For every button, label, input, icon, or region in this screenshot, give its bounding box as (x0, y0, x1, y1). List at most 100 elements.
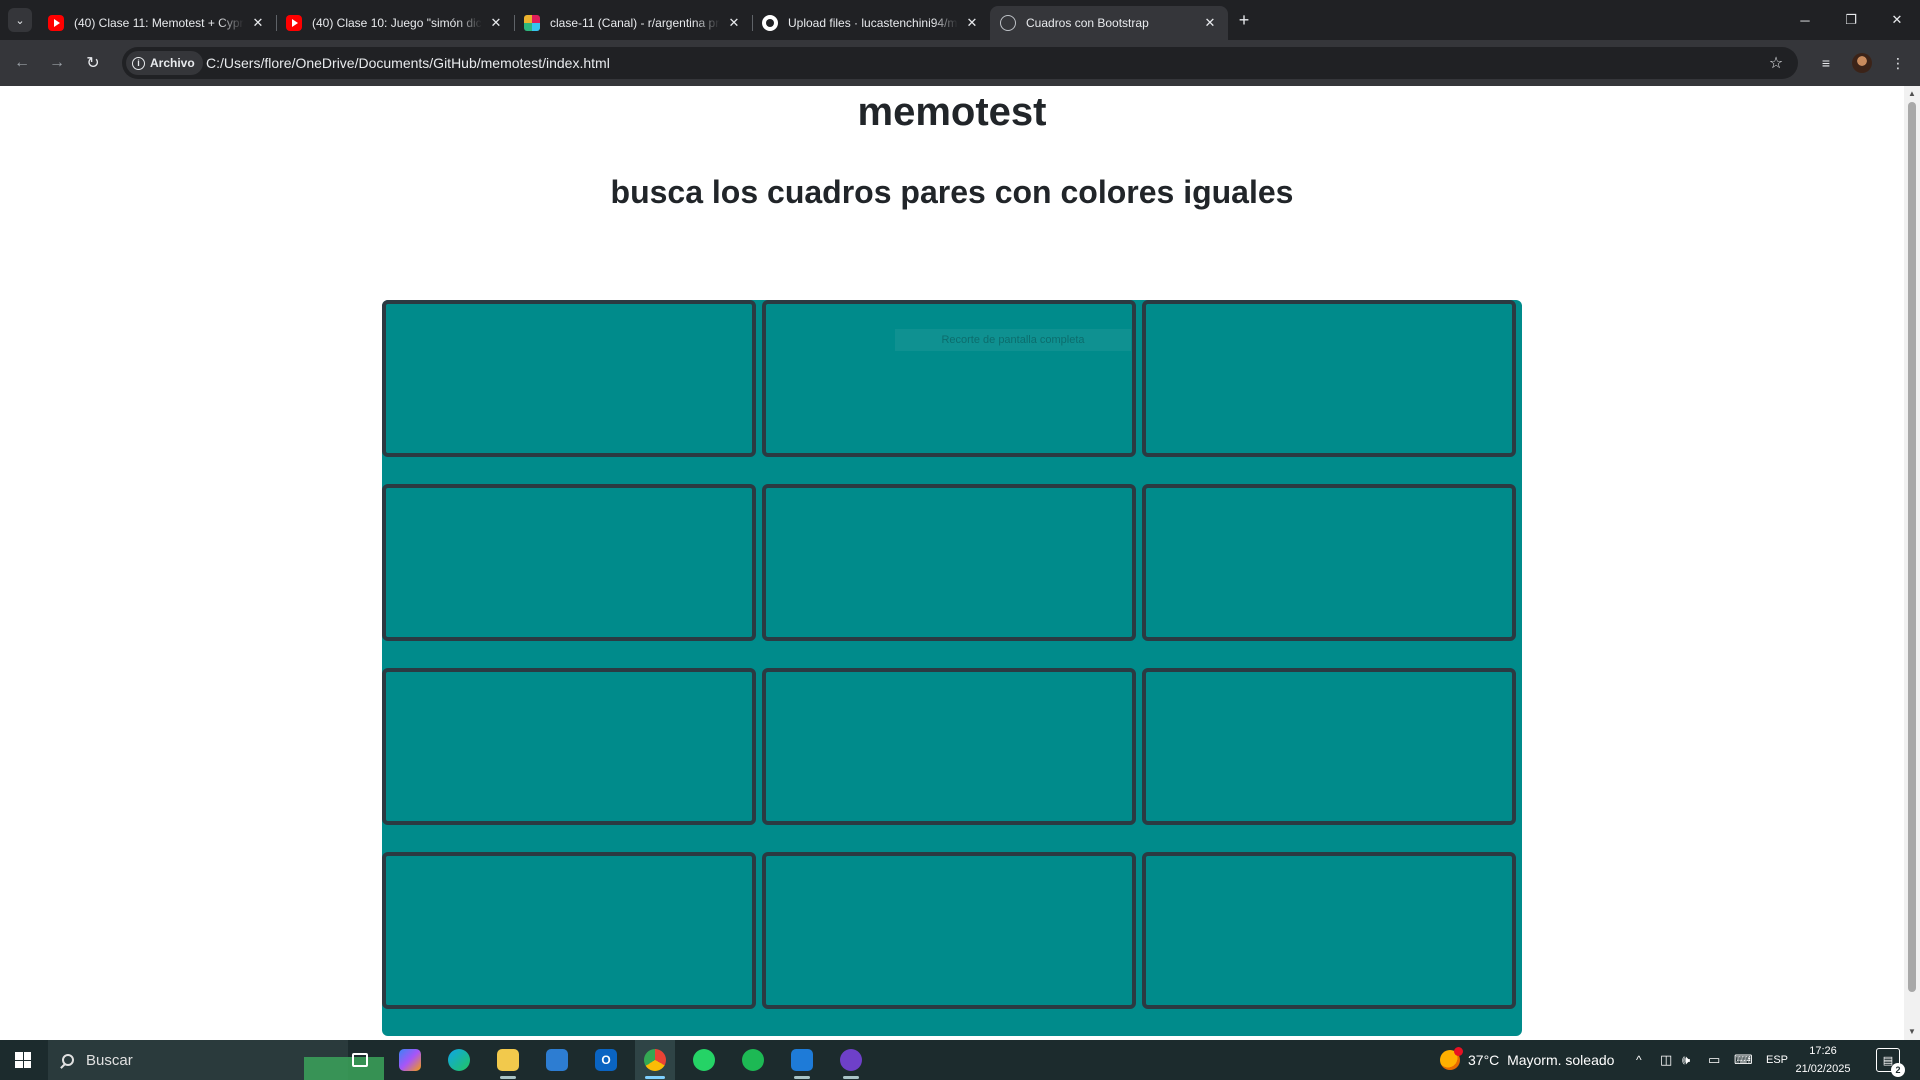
memotest-card-3[interactable] (1142, 300, 1516, 457)
close-icon[interactable]: ✕ (1202, 15, 1218, 31)
edge-icon (448, 1049, 470, 1071)
sun-icon (1440, 1047, 1463, 1070)
app-icon (791, 1049, 813, 1071)
alert-badge (1454, 1047, 1463, 1056)
tab-title: (40) Clase 11: Memotest + Cypress (74, 16, 244, 30)
back-button[interactable]: ← (8, 49, 36, 77)
copilot-button[interactable] (390, 1040, 430, 1080)
taskbar-search[interactable]: Buscar (48, 1040, 384, 1080)
page-subtitle: busca los cuadros pares con colores igua… (610, 174, 1294, 210)
page-scrollbar[interactable]: ▲ ▼ (1904, 86, 1920, 1040)
scroll-up-arrow-icon[interactable]: ▲ (1908, 90, 1916, 98)
ms-store-button[interactable] (537, 1040, 577, 1080)
memotest-card-1[interactable] (382, 300, 756, 457)
tab-cuadros-bootstrap[interactable]: Cuadros con Bootstrap ✕ (990, 6, 1228, 40)
tab-github-upload[interactable]: Upload files · lucastenchini94/memotest … (752, 6, 990, 40)
page-viewport: memotest busca los cuadros pares con col… (0, 86, 1904, 1040)
language-indicator[interactable]: ESP (1766, 1040, 1788, 1080)
close-icon[interactable]: ✕ (726, 15, 742, 31)
browser-tabstrip: ⌄ (40) Clase 11: Memotest + Cypress ✕ (4… (0, 0, 1920, 40)
chevron-down-icon: ⌄ (15, 14, 25, 27)
ms-store-icon (546, 1049, 568, 1071)
tab-memotest-cypress[interactable]: (40) Clase 11: Memotest + Cypress ✕ (38, 6, 276, 40)
reload-icon: ↻ (86, 55, 100, 72)
memotest-card-6[interactable] (1142, 484, 1516, 641)
tab-list: (40) Clase 11: Memotest + Cypress ✕ (40)… (38, 6, 1228, 40)
tab-simon-dice[interactable]: (40) Clase 10: Juego "simón dice" ✕ (276, 6, 514, 40)
start-button[interactable] (0, 1040, 46, 1080)
menu-kebab-icon[interactable]: ⋮ (1886, 51, 1910, 75)
chrome-button[interactable] (635, 1040, 675, 1080)
search-placeholder: Buscar (86, 1051, 133, 1069)
memotest-board (382, 300, 1522, 1036)
keyboard-icon[interactable]: ⌨ (1734, 1040, 1753, 1080)
new-tab-button[interactable]: + (1232, 8, 1256, 32)
browser-toolbar: ← → ↻ i Archivo C:/Users/flore/OneDrive/… (0, 40, 1920, 86)
media-controls-icon[interactable]: ≡ (1814, 51, 1838, 75)
memotest-card-9[interactable] (1142, 668, 1516, 825)
memotest-card-12[interactable] (1142, 852, 1516, 1009)
minimize-icon: ─ (1800, 12, 1810, 28)
forward-button[interactable]: → (43, 49, 71, 77)
profile-button[interactable] (1850, 51, 1874, 75)
youtube-icon (286, 15, 302, 31)
network-icon[interactable]: ▭ (1708, 1040, 1720, 1080)
site-info-chip[interactable]: i Archivo (126, 51, 203, 75)
slack-icon (524, 15, 540, 31)
bookmark-star-icon[interactable]: ☆ (1764, 51, 1788, 75)
search-icon (62, 1054, 74, 1066)
memotest-card-10[interactable] (382, 852, 756, 1009)
plus-icon: + (1238, 9, 1250, 30)
scroll-down-arrow-icon[interactable]: ▼ (1908, 1028, 1916, 1036)
scroll-thumb[interactable] (1908, 102, 1916, 992)
app-button[interactable] (782, 1040, 822, 1080)
close-icon: ✕ (1891, 12, 1903, 27)
edge-button[interactable] (439, 1040, 479, 1080)
globe-icon (1000, 15, 1016, 31)
clock-date: 21/02/2025 (1795, 1063, 1851, 1075)
file-explorer-icon (497, 1049, 519, 1071)
memotest-card-11[interactable] (762, 852, 1136, 1009)
tab-title: (40) Clase 10: Juego "simón dice" (312, 16, 482, 30)
windows-logo-icon (15, 1052, 31, 1068)
outlook-button[interactable]: O (586, 1040, 626, 1080)
memotest-card-5[interactable] (762, 484, 1136, 641)
restore-button[interactable]: ❐ (1828, 0, 1874, 40)
minimize-button[interactable]: ─ (1782, 0, 1828, 40)
close-window-button[interactable]: ✕ (1874, 0, 1920, 40)
page-title: memotest (857, 90, 1047, 134)
github-desktop-button[interactable] (831, 1040, 871, 1080)
file-explorer-button[interactable] (488, 1040, 528, 1080)
memotest-card-4[interactable] (382, 484, 756, 641)
tab-slack-clase-11[interactable]: clase-11 (Canal) - r/argentina programa … (514, 6, 752, 40)
address-bar[interactable]: i Archivo C:/Users/flore/OneDrive/Docume… (122, 47, 1798, 79)
clock[interactable]: 17:26 21/02/2025 (1788, 1042, 1858, 1078)
copilot-icon (399, 1049, 421, 1071)
memotest-card-2[interactable] (762, 300, 1136, 457)
clock-time: 17:26 (1809, 1045, 1837, 1057)
weather-temp: 37°C (1468, 1052, 1500, 1068)
task-view-icon (352, 1053, 368, 1067)
whatsapp-button[interactable] (684, 1040, 724, 1080)
camera-icon[interactable]: ◫ (1660, 1040, 1672, 1080)
tab-search-button[interactable]: ⌄ (8, 8, 32, 32)
memotest-card-8[interactable] (762, 668, 1136, 825)
notification-center-button[interactable]: ▤ 2 (1876, 1048, 1905, 1077)
close-icon[interactable]: ✕ (964, 15, 980, 31)
youtube-icon (48, 15, 64, 31)
url-text[interactable]: C:/Users/flore/OneDrive/Documents/GitHub… (206, 47, 610, 79)
memotest-card-7[interactable] (382, 668, 756, 825)
arrow-right-icon: → (49, 54, 65, 71)
task-view-button[interactable] (340, 1040, 380, 1080)
chevron-up-icon: ^ (1636, 1053, 1642, 1067)
spotify-button[interactable] (733, 1040, 773, 1080)
chrome-icon (644, 1049, 666, 1071)
volume-icon[interactable]: 🕪 (1682, 1040, 1690, 1080)
github-icon (762, 15, 778, 31)
weather-widget[interactable]: 37°C Mayorm. soleado (1440, 1040, 1614, 1080)
close-icon[interactable]: ✕ (488, 15, 504, 31)
spotify-icon (742, 1049, 764, 1071)
reload-button[interactable]: ↻ (79, 49, 107, 77)
close-icon[interactable]: ✕ (250, 15, 266, 31)
tray-overflow-button[interactable]: ^ (1636, 1040, 1642, 1080)
